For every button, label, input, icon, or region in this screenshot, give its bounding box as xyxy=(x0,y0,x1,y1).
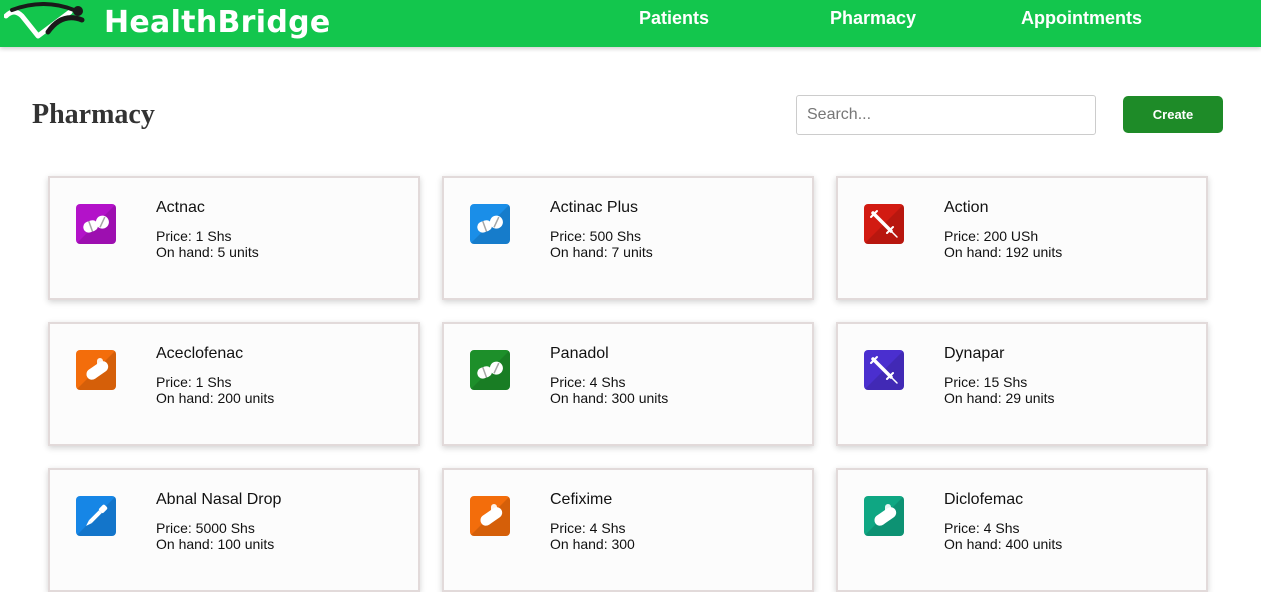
syringe-icon xyxy=(864,350,904,390)
medicine-on-hand: On hand: 300 xyxy=(550,536,635,552)
healthbridge-logo-icon[interactable] xyxy=(3,2,88,42)
dropper-icon xyxy=(76,496,116,536)
search-input[interactable] xyxy=(796,95,1096,135)
pill-icon xyxy=(76,204,116,244)
pill-icon xyxy=(470,350,510,390)
medicine-name: Abnal Nasal Drop xyxy=(156,491,282,508)
medicine-on-hand: On hand: 300 units xyxy=(550,390,669,406)
medicine-name: Actinac Plus xyxy=(550,199,639,216)
medicine-price: Price: 4 Shs xyxy=(550,374,626,390)
medicine-price: Price: 1 Shs xyxy=(156,374,232,390)
medicine-price: Price: 1 Shs xyxy=(156,228,232,244)
medicine-card[interactable]: Actinac Plus Price: 500 Shs On hand: 7 u… xyxy=(442,176,814,300)
medicine-price: Price: 15 Shs xyxy=(944,374,1028,390)
medicine-on-hand: On hand: 5 units xyxy=(156,244,259,260)
medicine-grid: Actnac Price: 1 Shs On hand: 5 units Act… xyxy=(48,176,1208,592)
medicine-on-hand: On hand: 7 units xyxy=(550,244,653,260)
capsule-icon xyxy=(864,496,904,536)
medicine-card[interactable]: Diclofemac Price: 4 Shs On hand: 400 uni… xyxy=(836,468,1208,592)
syringe-icon xyxy=(864,204,904,244)
capsule-icon xyxy=(470,496,510,536)
medicine-price: Price: 200 USh xyxy=(944,228,1039,244)
medicine-on-hand: On hand: 192 units xyxy=(944,244,1063,260)
medicine-card[interactable]: Panadol Price: 4 Shs On hand: 300 units xyxy=(442,322,814,446)
nav-link-appointments[interactable]: Appointments xyxy=(1021,8,1142,28)
medicine-on-hand: On hand: 400 units xyxy=(944,536,1063,552)
nav-link-pharmacy[interactable]: Pharmacy xyxy=(830,8,916,28)
medicine-price: Price: 4 Shs xyxy=(944,520,1020,536)
medicine-card[interactable]: Dynapar Price: 15 Shs On hand: 29 units xyxy=(836,322,1208,446)
medicine-name: Diclofemac xyxy=(944,491,1024,508)
medicine-name: Aceclofenac xyxy=(156,345,244,362)
medicine-name: Action xyxy=(944,199,989,216)
pill-icon xyxy=(470,204,510,244)
nav-link-patients[interactable]: Patients xyxy=(639,8,709,28)
medicine-on-hand: On hand: 200 units xyxy=(156,390,275,406)
medicine-name: Cefixime xyxy=(550,491,613,508)
medicine-card[interactable]: Actnac Price: 1 Shs On hand: 5 units xyxy=(48,176,420,300)
capsule-icon xyxy=(76,350,116,390)
medicine-name: Dynapar xyxy=(944,345,1005,362)
medicine-card[interactable]: Aceclofenac Price: 1 Shs On hand: 200 un… xyxy=(48,322,420,446)
medicine-name: Panadol xyxy=(550,345,609,362)
top-navbar: HealthBridge Patients Pharmacy Appointme… xyxy=(0,0,1261,47)
medicine-price: Price: 4 Shs xyxy=(550,520,626,536)
page-title: Pharmacy xyxy=(32,99,155,130)
medicine-on-hand: On hand: 29 units xyxy=(944,390,1055,406)
brand-name[interactable]: HealthBridge xyxy=(104,5,331,41)
medicine-on-hand: On hand: 100 units xyxy=(156,536,275,552)
medicine-card[interactable]: Action Price: 200 USh On hand: 192 units xyxy=(836,176,1208,300)
medicine-price: Price: 5000 Shs xyxy=(156,520,255,536)
medicine-price: Price: 500 Shs xyxy=(550,228,642,244)
medicine-name: Actnac xyxy=(156,199,205,216)
medicine-card[interactable]: Cefixime Price: 4 Shs On hand: 300 xyxy=(442,468,814,592)
medicine-card[interactable]: Abnal Nasal Drop Price: 5000 Shs On hand… xyxy=(48,468,420,592)
create-button[interactable]: Create xyxy=(1123,96,1223,133)
